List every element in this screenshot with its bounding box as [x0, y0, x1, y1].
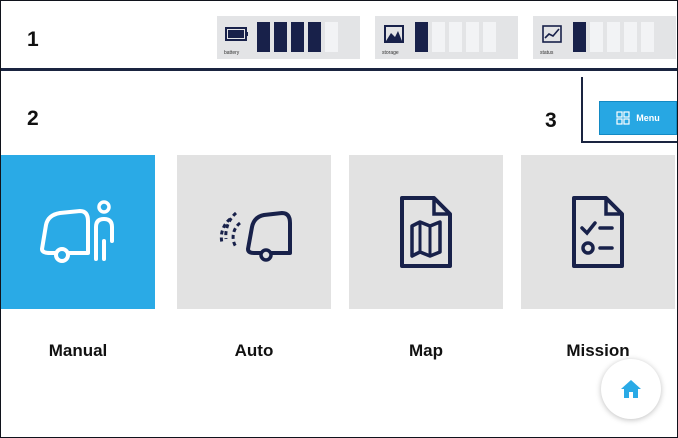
storage-caption: storage	[382, 50, 399, 56]
storage-indicator[interactable]: storage	[375, 16, 518, 59]
tile-auto-label[interactable]: Auto	[177, 341, 331, 361]
status-level-segment	[573, 22, 586, 52]
section-number-2: 2	[27, 107, 39, 130]
storage-level-segment	[483, 22, 496, 52]
callout-line	[581, 77, 583, 143]
storage-icon	[384, 25, 404, 43]
map-icon	[400, 196, 452, 268]
storage-level-segment	[415, 22, 428, 52]
storage-level-segment	[449, 22, 462, 52]
storage-level-bars	[415, 22, 496, 52]
status-bar: 1 battery storage status	[1, 1, 677, 71]
battery-level-segment	[291, 22, 304, 52]
section-number-3: 3	[545, 109, 557, 132]
tile-map[interactable]	[349, 155, 503, 309]
tile-auto[interactable]	[177, 155, 331, 309]
tile-manual[interactable]	[1, 155, 155, 309]
battery-indicator[interactable]: battery	[217, 16, 360, 59]
app-frame: 1 battery storage status 2 3 Menu Manual…	[0, 0, 678, 438]
storage-level-segment	[432, 22, 445, 52]
auto-drive-icon	[219, 211, 292, 262]
callout-line	[581, 141, 677, 143]
tile-manual-label[interactable]: Manual	[1, 341, 155, 361]
battery-level-segment	[308, 22, 321, 52]
battery-icon	[225, 27, 248, 41]
manual-operator-icon	[40, 200, 114, 263]
tile-mission-label[interactable]: Mission	[521, 341, 675, 361]
status-indicator[interactable]: status	[533, 16, 676, 59]
status-chart-icon	[542, 25, 562, 43]
battery-level-segment	[325, 22, 338, 52]
menu-button[interactable]: Menu	[599, 101, 677, 135]
battery-level-segment	[257, 22, 270, 52]
menu-button-label: Menu	[636, 113, 660, 123]
tile-map-label[interactable]: Map	[349, 341, 503, 361]
section-number-1: 1	[27, 28, 39, 51]
home-button[interactable]	[601, 359, 661, 419]
status-level-segment	[624, 22, 637, 52]
status-caption: status	[540, 50, 554, 56]
mission-checklist-icon	[572, 196, 624, 268]
storage-level-segment	[466, 22, 479, 52]
battery-level-bars	[257, 22, 338, 52]
battery-caption: battery	[224, 50, 240, 56]
status-level-bars	[573, 22, 654, 52]
status-level-segment	[590, 22, 603, 52]
status-level-segment	[641, 22, 654, 52]
status-level-segment	[607, 22, 620, 52]
home-icon	[621, 380, 641, 398]
tile-mission[interactable]	[521, 155, 675, 309]
battery-level-segment	[274, 22, 287, 52]
grid-icon	[616, 111, 630, 125]
